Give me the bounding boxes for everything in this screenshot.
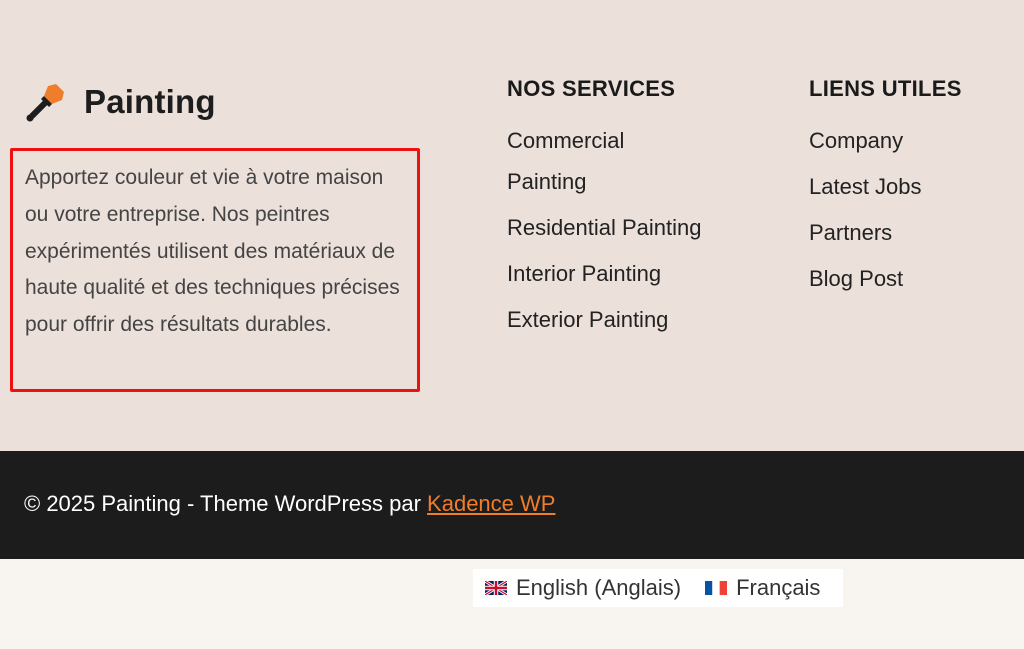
useful-links-list: Company Latest Jobs Partners Blog Post xyxy=(809,120,1009,304)
copyright-prefix: © 2025 Painting - Theme WordPress par xyxy=(24,491,428,516)
link-blog-post[interactable]: Blog Post xyxy=(809,258,1009,299)
uk-flag-icon xyxy=(485,581,507,595)
link-residential-painting[interactable]: Residential Painting xyxy=(507,207,707,248)
link-commercial-painting[interactable]: Commercial Painting xyxy=(507,120,707,202)
link-company[interactable]: Company xyxy=(809,120,1009,161)
link-interior-painting[interactable]: Interior Painting xyxy=(507,253,707,294)
language-english-label: English (Anglais) xyxy=(516,575,682,600)
fr-flag-icon xyxy=(705,581,728,595)
brand-logo[interactable]: Painting xyxy=(24,80,216,124)
footer-bottom-bar: © 2025 Painting - Theme WordPress par Ka… xyxy=(0,451,1024,559)
paint-brush-icon xyxy=(26,84,64,122)
brand-name: Painting xyxy=(84,83,216,120)
useful-links-heading: LIENS UTILES xyxy=(809,76,962,101)
language-switcher: English (Anglais) Français xyxy=(473,569,843,607)
services-list: Commercial Painting Residential Painting… xyxy=(507,120,707,345)
copyright-text: © 2025 Painting - Theme WordPress par Ka… xyxy=(24,491,555,517)
language-french-label: Français xyxy=(736,575,821,600)
link-latest-jobs[interactable]: Latest Jobs xyxy=(809,166,1009,207)
kadence-wp-link[interactable]: Kadence WP xyxy=(427,491,555,516)
language-english[interactable]: English (Anglais) xyxy=(485,575,681,601)
link-partners[interactable]: Partners xyxy=(809,212,1009,253)
language-french[interactable]: Français xyxy=(705,575,820,601)
link-exterior-painting[interactable]: Exterior Painting xyxy=(507,299,707,340)
footer-widgets: Painting Apportez couleur et vie à votre… xyxy=(0,0,1024,451)
services-heading: NOS SERVICES xyxy=(507,76,676,101)
about-description: Apportez couleur et vie à votre maison o… xyxy=(25,166,400,337)
